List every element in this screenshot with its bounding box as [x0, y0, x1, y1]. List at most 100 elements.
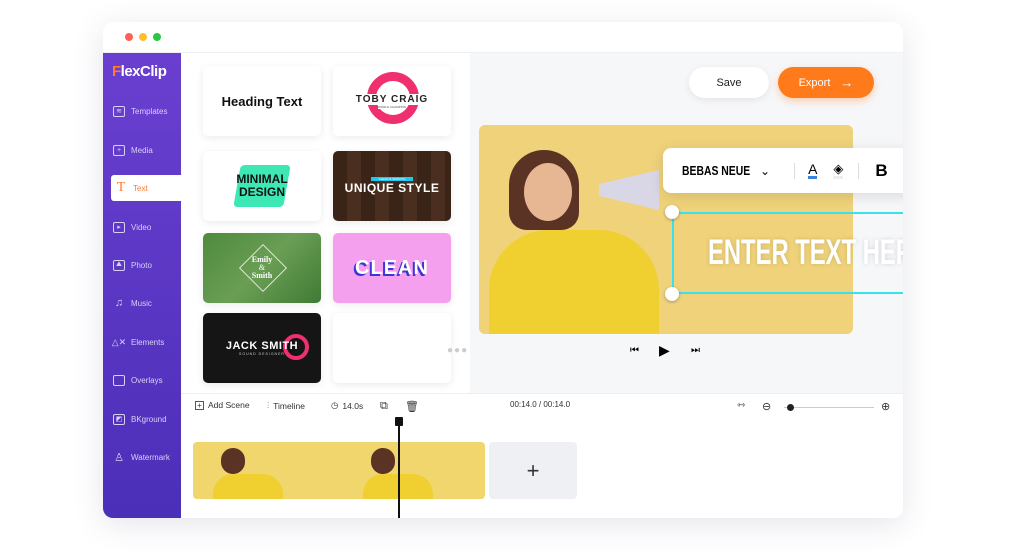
- time-readout: 00:14.0 / 00:14.0: [510, 400, 570, 409]
- text-templates-panel: Heading Text TOBY CRAIG WORLD CHAMPION M…: [181, 53, 470, 393]
- sidebar-item-music[interactable]: ♫ Music: [103, 290, 181, 316]
- export-button[interactable]: Export →: [778, 67, 874, 98]
- duplicate-icon[interactable]: ⧉: [380, 400, 388, 413]
- plus-square-icon: +: [195, 400, 204, 410]
- resize-handle-bl[interactable]: [665, 287, 679, 301]
- maximize-dot[interactable]: [153, 33, 161, 41]
- template-heading-text[interactable]: Heading Text: [203, 66, 321, 136]
- overlays-icon: [113, 374, 125, 386]
- previous-icon[interactable]: ⏮: [630, 345, 639, 356]
- template-title: UNIQUE STYLE: [344, 181, 440, 195]
- template-subtitle: WORLD CHAMPION: [377, 104, 407, 109]
- photo-icon: ⛰: [113, 259, 125, 271]
- music-icon: ♫: [114, 297, 124, 309]
- template-title: DESIGN: [238, 185, 285, 199]
- thumb-sweater: [213, 474, 283, 499]
- sidebar-item-label: Watermark: [131, 452, 170, 462]
- logo: FlexClip: [112, 63, 167, 80]
- time-label: 00:14.0 / 00:14.0: [510, 400, 571, 409]
- template-blank[interactable]: [333, 313, 451, 383]
- stamp-icon: ♙: [114, 451, 124, 464]
- zoom-slider-thumb[interactable]: [787, 404, 794, 411]
- chevron-down-icon[interactable]: ⌄: [760, 164, 770, 178]
- sidebar-item-media[interactable]: + Media: [103, 137, 181, 163]
- folder-plus-icon: +: [113, 144, 125, 156]
- timeline-label: Timeline: [273, 400, 305, 411]
- sidebar-item-label: Music: [131, 298, 152, 308]
- text-selection-box[interactable]: ENTER TEXT HERE: [672, 212, 903, 294]
- sidebar-item-watermark[interactable]: ♙ Watermark: [103, 444, 181, 470]
- thumb-hair: [371, 448, 395, 474]
- timeline-button[interactable]: ⫶ Timeline: [267, 400, 305, 411]
- template-emily-smith[interactable]: Emily & Smith: [203, 233, 321, 303]
- add-scene-label: Add Scene: [208, 400, 250, 410]
- sidebar-item-elements[interactable]: △✕ Elements: [103, 329, 181, 355]
- editor-window: FlexClip ≋ Templates + Media T Text ▸ Video …: [103, 22, 903, 518]
- sidebar-item-label: Video: [131, 222, 152, 232]
- fit-icon[interactable]: ⇿: [737, 400, 745, 411]
- timeline-icon: ⫶: [267, 400, 270, 410]
- playhead[interactable]: [395, 417, 403, 518]
- template-title: Heading Text: [221, 93, 303, 109]
- sidebar-item-label: BKground: [131, 414, 167, 424]
- scene-clip[interactable]: [193, 442, 485, 499]
- playhead-handle[interactable]: [395, 417, 403, 426]
- title-bar: [103, 22, 903, 53]
- divider: [794, 162, 796, 179]
- sidebar-item-text[interactable]: T Text: [111, 175, 181, 201]
- template-jack-smith[interactable]: JACK SMITH SOUND DESIGNER: [203, 313, 321, 383]
- next-icon[interactable]: ⏭: [691, 345, 700, 356]
- add-scene-button[interactable]: + Add Scene: [195, 400, 250, 410]
- add-clip-button[interactable]: +: [489, 442, 577, 499]
- resize-handle-tl[interactable]: [665, 205, 679, 219]
- sidebar-item-label: Templates: [131, 106, 168, 116]
- save-button[interactable]: Save: [689, 67, 769, 98]
- template-clean[interactable]: CLEAN: [333, 233, 451, 303]
- template-unique-style[interactable]: CLEAN & SMOOTH UNIQUE STYLE: [333, 151, 451, 221]
- template-title: TOBY CRAIG: [353, 93, 431, 105]
- template-minimal-design[interactable]: MINIMAL DESIGN: [203, 151, 321, 221]
- thumb-hair: [221, 448, 245, 474]
- trash-icon[interactable]: 🗑: [405, 400, 419, 413]
- clock-icon: ◷: [331, 400, 339, 410]
- template-toby-craig[interactable]: TOBY CRAIG WORLD CHAMPION: [333, 66, 451, 136]
- photo-sweater: [489, 230, 659, 334]
- sidebar-item-bkground[interactable]: ◩ BKground: [103, 406, 181, 432]
- background-icon: ◩: [113, 413, 125, 425]
- text-format-toolbar: BEBAS NEUE ⌄ A ◈ B I •••: [663, 148, 903, 193]
- bold-icon[interactable]: B: [875, 161, 887, 181]
- text-icon: T: [116, 180, 126, 195]
- play-icon[interactable]: ▶: [659, 342, 670, 359]
- duration-button[interactable]: ◷ 14.0s: [331, 400, 363, 411]
- sidebar-item-label: Text: [133, 183, 148, 193]
- sidebar-item-photo[interactable]: ⛰ Photo: [103, 252, 181, 278]
- photo-megaphone: [599, 170, 659, 210]
- timeline-panel: + Add Scene ⫶ Timeline ◷ 14.0s ⧉ 🗑 00:14.0 …: [181, 393, 903, 518]
- template-subtitle: SOUND DESIGNER: [239, 352, 285, 356]
- template-title: CLEAN: [355, 256, 429, 279]
- sidebar-item-overlays[interactable]: Overlays: [103, 367, 181, 393]
- fill-color-icon[interactable]: ◈: [833, 162, 844, 179]
- minimize-dot[interactable]: [139, 33, 147, 41]
- close-dot[interactable]: [125, 33, 133, 41]
- photo-face: [524, 163, 572, 221]
- export-label: Export: [798, 76, 831, 89]
- template-title: JACK SMITH: [225, 340, 299, 352]
- zoom-in-icon[interactable]: ⊕: [881, 400, 890, 413]
- font-select[interactable]: BEBAS NEUE: [682, 163, 750, 178]
- sidebar-item-label: Elements: [131, 337, 165, 347]
- arrow-right-icon: →: [840, 75, 854, 90]
- canvas-text[interactable]: ENTER TEXT HERE: [708, 234, 903, 272]
- resize-handle-dots[interactable]: ●●●: [447, 345, 468, 356]
- divider: [858, 162, 860, 179]
- zoom-slider[interactable]: [784, 404, 874, 411]
- zoom-out-icon[interactable]: ⊖: [762, 400, 771, 413]
- duration-label: 14.0s: [342, 400, 364, 411]
- save-label: Save: [716, 76, 742, 89]
- sidebar-item-video[interactable]: ▸ Video: [103, 214, 181, 240]
- sidebar-item-templates[interactable]: ≋ Templates: [103, 98, 181, 124]
- sidebar-item-label: Overlays: [131, 375, 163, 385]
- sidebar-item-label: Photo: [131, 260, 152, 270]
- text-color-icon[interactable]: A: [808, 162, 818, 179]
- sidebar: FlexClip ≋ Templates + Media T Text ▸ Video …: [103, 53, 181, 518]
